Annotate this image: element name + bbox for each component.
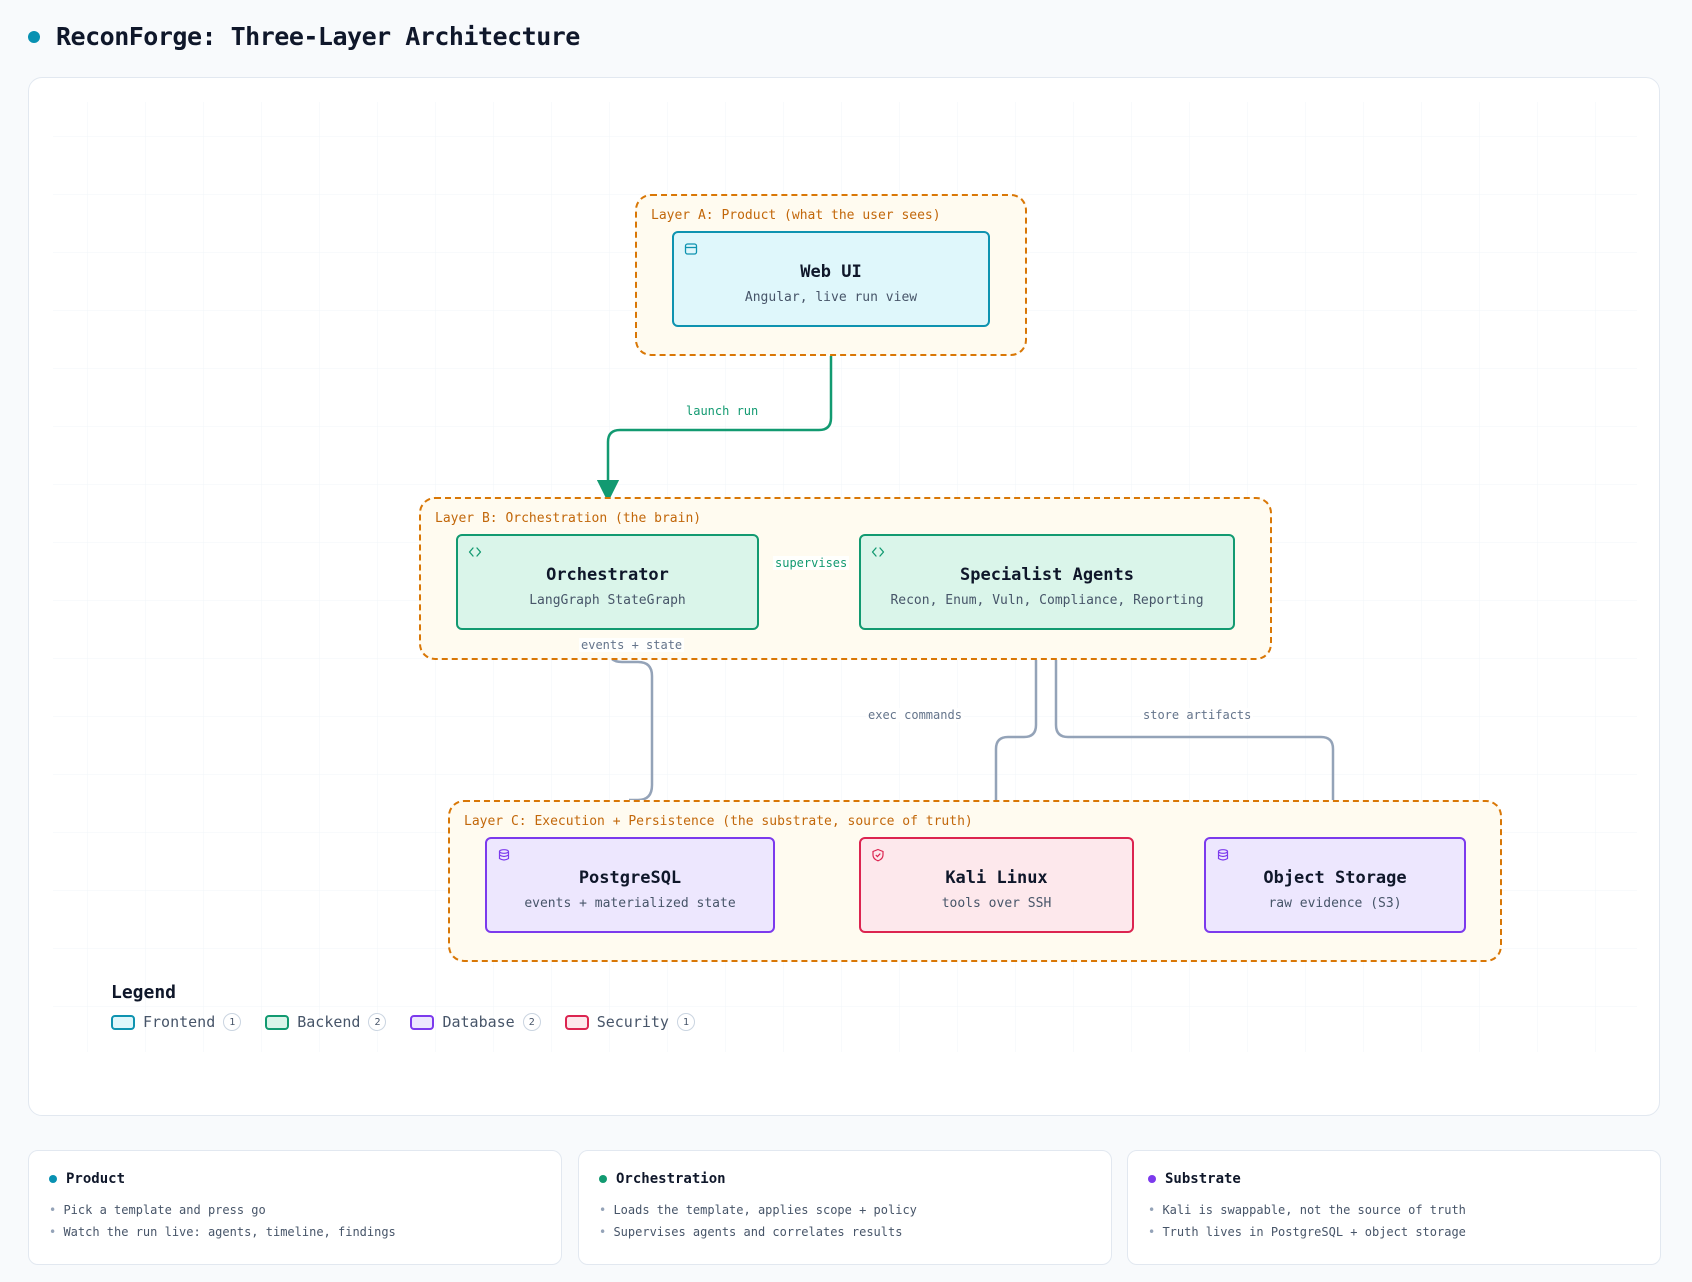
- product-dot-icon: [49, 1175, 57, 1183]
- legend-item-backend[interactable]: Backend 2: [265, 1013, 387, 1031]
- node-subtitle: raw evidence (S3): [1268, 896, 1402, 911]
- card-title: Orchestration: [616, 1171, 726, 1187]
- database-icon: [1217, 849, 1229, 861]
- card-bullet: Loads the template, applies scope + poli…: [599, 1199, 1091, 1221]
- legend-title: Legend: [111, 982, 177, 1003]
- card-bullet: Pick a template and press go: [49, 1199, 541, 1221]
- shield-icon: [872, 848, 884, 862]
- diagram-canvas[interactable]: Layer A: Product (what the user sees) La…: [28, 77, 1660, 1116]
- backend-swatch-icon: [265, 1014, 290, 1030]
- info-card-substrate: Substrate Kali is swappable, not the sou…: [1127, 1150, 1661, 1265]
- legend-item-frontend[interactable]: Frontend 1: [111, 1013, 242, 1031]
- legend-item-database[interactable]: Database 2: [410, 1013, 541, 1031]
- legend-item-security[interactable]: Security 1: [564, 1013, 695, 1031]
- database-swatch-icon: [410, 1014, 435, 1030]
- node-object-storage[interactable]: Object Storage raw evidence (S3): [1204, 837, 1466, 933]
- substrate-dot-icon: [1148, 1175, 1156, 1183]
- security-swatch-icon: [564, 1014, 589, 1030]
- code-icon: [468, 547, 482, 557]
- card-bullet: Kali is swappable, not the source of tru…: [1148, 1199, 1640, 1221]
- page-header: ReconForge: Three-Layer Architecture: [28, 22, 580, 51]
- edge-label-launch-run: launch run: [684, 404, 761, 418]
- node-subtitle: LangGraph StateGraph: [529, 593, 686, 608]
- node-specialist-agents[interactable]: Specialist Agents Recon, Enum, Vuln, Com…: [859, 534, 1235, 630]
- info-card-orchestration: Orchestration Loads the template, applie…: [578, 1150, 1112, 1265]
- legend-count-badge: 1: [676, 1013, 695, 1031]
- edge-label-exec-commands: exec commands: [866, 708, 964, 722]
- edge-label-store-artifacts: store artifacts: [1141, 708, 1254, 722]
- group-label: Layer A: Product (what the user sees): [647, 206, 945, 225]
- frontend-swatch-icon: [111, 1014, 135, 1030]
- info-card-product: Product Pick a template and press go Wat…: [28, 1150, 562, 1265]
- group-label: Layer C: Execution + Persistence (the su…: [460, 812, 977, 831]
- page-title: ReconForge: Three-Layer Architecture: [56, 22, 580, 51]
- legend-label: Backend: [297, 1013, 361, 1031]
- title-dot-icon: [28, 30, 40, 43]
- card-title: Product: [66, 1171, 126, 1187]
- legend-label: Database: [442, 1013, 515, 1031]
- legend: Legend Frontend 1 Backend 2 Database 2 S…: [111, 982, 695, 1031]
- legend-label: Security: [596, 1013, 669, 1031]
- node-kali-linux[interactable]: Kali Linux tools over SSH: [859, 837, 1134, 933]
- node-postgresql[interactable]: PostgreSQL events + materialized state: [485, 837, 775, 933]
- node-subtitle: Angular, live run view: [744, 290, 918, 305]
- orchestration-dot-icon: [599, 1175, 607, 1183]
- node-title: Object Storage: [1263, 868, 1407, 888]
- edge-label-supervises: supervises: [773, 556, 850, 570]
- card-bullet: Truth lives in PostgreSQL + object stora…: [1148, 1221, 1640, 1243]
- node-orchestrator[interactable]: Orchestrator LangGraph StateGraph: [456, 534, 759, 630]
- card-bullet: Supervises agents and correlates results: [599, 1221, 1091, 1243]
- legend-count-badge: 1: [223, 1013, 242, 1031]
- node-title: Web UI: [800, 262, 862, 282]
- code-icon: [871, 547, 885, 557]
- card-bullet: Watch the run live: agents, timeline, fi…: [49, 1221, 541, 1243]
- node-subtitle: tools over SSH: [941, 896, 1052, 911]
- node-title: Specialist Agents: [960, 565, 1134, 585]
- node-title: Orchestrator: [546, 565, 669, 585]
- legend-count-badge: 2: [368, 1013, 387, 1031]
- legend-count-badge: 2: [522, 1013, 541, 1031]
- database-icon: [498, 849, 510, 861]
- node-title: Kali Linux: [945, 868, 1048, 888]
- group-label: Layer B: Orchestration (the brain): [431, 509, 706, 528]
- window-icon: [684, 243, 698, 255]
- card-title: Substrate: [1165, 1171, 1241, 1187]
- edge-label-events-state: events + state: [579, 638, 685, 652]
- node-web-ui[interactable]: Web UI Angular, live run view: [672, 231, 990, 327]
- node-subtitle: Recon, Enum, Vuln, Compliance, Reporting: [890, 593, 1204, 608]
- legend-label: Frontend: [143, 1013, 216, 1031]
- node-title: PostgreSQL: [578, 868, 682, 888]
- node-subtitle: events + materialized state: [524, 896, 736, 911]
